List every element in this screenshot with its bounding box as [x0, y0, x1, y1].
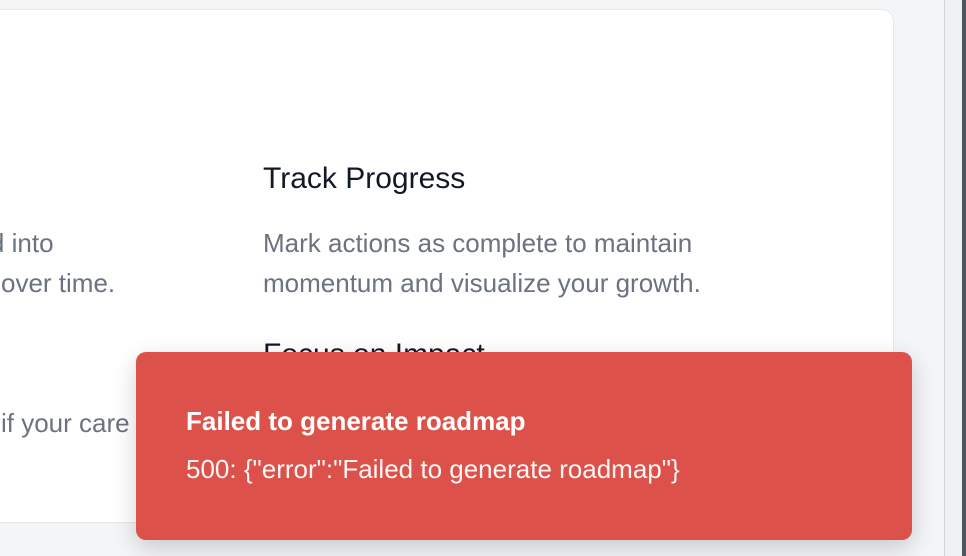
page: s und into over time. Track Progress Mar…	[0, 0, 966, 556]
feature-description-line: over time.	[1, 268, 116, 298]
feature-title-track-progress: Track Progress	[263, 162, 466, 195]
feature-description-line: if your care	[1, 408, 130, 438]
error-toast[interactable]: Failed to generate roadmap 500: {"error"…	[136, 352, 912, 540]
window-border	[962, 0, 966, 556]
toast-title: Failed to generate roadmap	[186, 406, 526, 436]
feature-description-line: momentum and visualize your growth.	[263, 268, 701, 298]
feature-description-line: und into	[0, 228, 54, 258]
toast-message: 500: {"error":"Failed to generate roadma…	[186, 454, 680, 484]
feature-description-line: Mark actions as complete to maintain	[263, 228, 693, 258]
